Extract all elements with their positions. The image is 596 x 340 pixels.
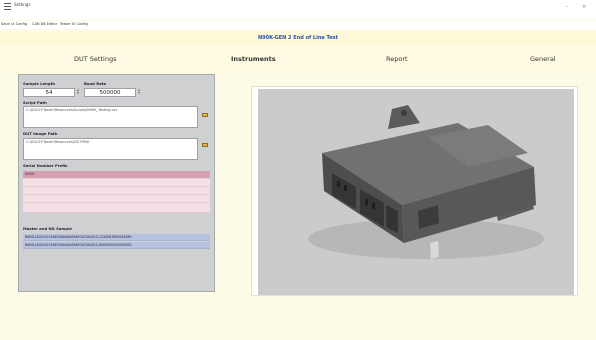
tab-dut-settings[interactable]: DUT Settings: [74, 55, 116, 63]
menu-can-db-editor[interactable]: CAN DB Editor: [32, 22, 57, 26]
menu-bar: Save UI Config CAN DB Editor Tester IO C…: [0, 21, 596, 29]
master-sample-row[interactable]: N90K-21000123456784A3A9A9AF0203A0012-123…: [23, 234, 210, 241]
image-path-input[interactable]: C:\DUI-EY-Tester\Resources\DUT.PNG: [23, 138, 198, 160]
script-path-input[interactable]: C:\DUI-EY-Tester\Resources\Scripts\N90K_…: [23, 106, 198, 128]
image-path-label: DUT Image Path: [23, 131, 58, 136]
baud-rate-label: Baud Rate: [84, 81, 107, 86]
menu-tester-io-config[interactable]: Tester IO Config: [60, 22, 88, 26]
serial-prefix-row[interactable]: [23, 203, 210, 213]
sample-length-spinner-icon[interactable]: [76, 88, 80, 97]
tab-bar: DUT Settings Instruments Report General: [0, 50, 596, 74]
serial-prefix-row[interactable]: [23, 187, 210, 195]
dut-image-background: [258, 89, 574, 295]
serial-prefix-row[interactable]: [23, 179, 210, 187]
master-samples-label: Master and NG Sample: [23, 226, 72, 231]
serial-prefix-label: Serial Number Prefix: [23, 163, 68, 168]
tab-report[interactable]: Report: [386, 55, 408, 63]
serial-prefix-row[interactable]: N90K: [23, 171, 210, 179]
sample-length-input[interactable]: 54: [23, 88, 75, 97]
sample-length-label: Sample Length: [23, 81, 56, 86]
minimize-icon[interactable]: –: [566, 4, 569, 10]
close-icon[interactable]: ×: [582, 4, 586, 10]
script-path-label: Script Path: [23, 100, 47, 105]
page-title: N90K-GEN 2 End of Line Test: [257, 35, 339, 41]
serial-prefix-row[interactable]: [23, 195, 210, 203]
folder-icon[interactable]: [202, 143, 208, 147]
header-banner: N90K-GEN 2 End of Line Test: [0, 32, 596, 46]
electronic-module-image: [308, 105, 544, 259]
master-sample-row[interactable]: N90K-21000123456784A3A9A9AF0203A0012-900…: [23, 242, 210, 249]
baud-rate-input[interactable]: 500000: [84, 88, 136, 97]
folder-icon[interactable]: [202, 113, 208, 117]
app-menu-icon[interactable]: [4, 3, 11, 10]
tab-instruments[interactable]: Instruments: [231, 55, 276, 63]
dut-settings-panel: Sample Length 54 Baud Rate 500000 Script…: [18, 74, 215, 292]
title-bar: Settings – ×: [0, 0, 596, 20]
menu-ui-config[interactable]: UI Config: [11, 22, 27, 26]
tab-general[interactable]: General: [530, 55, 556, 63]
menu-save[interactable]: Save: [1, 22, 10, 26]
window-title: Settings: [14, 2, 31, 7]
baud-rate-spinner-icon[interactable]: [137, 88, 141, 97]
dut-image-panel: [251, 86, 578, 296]
